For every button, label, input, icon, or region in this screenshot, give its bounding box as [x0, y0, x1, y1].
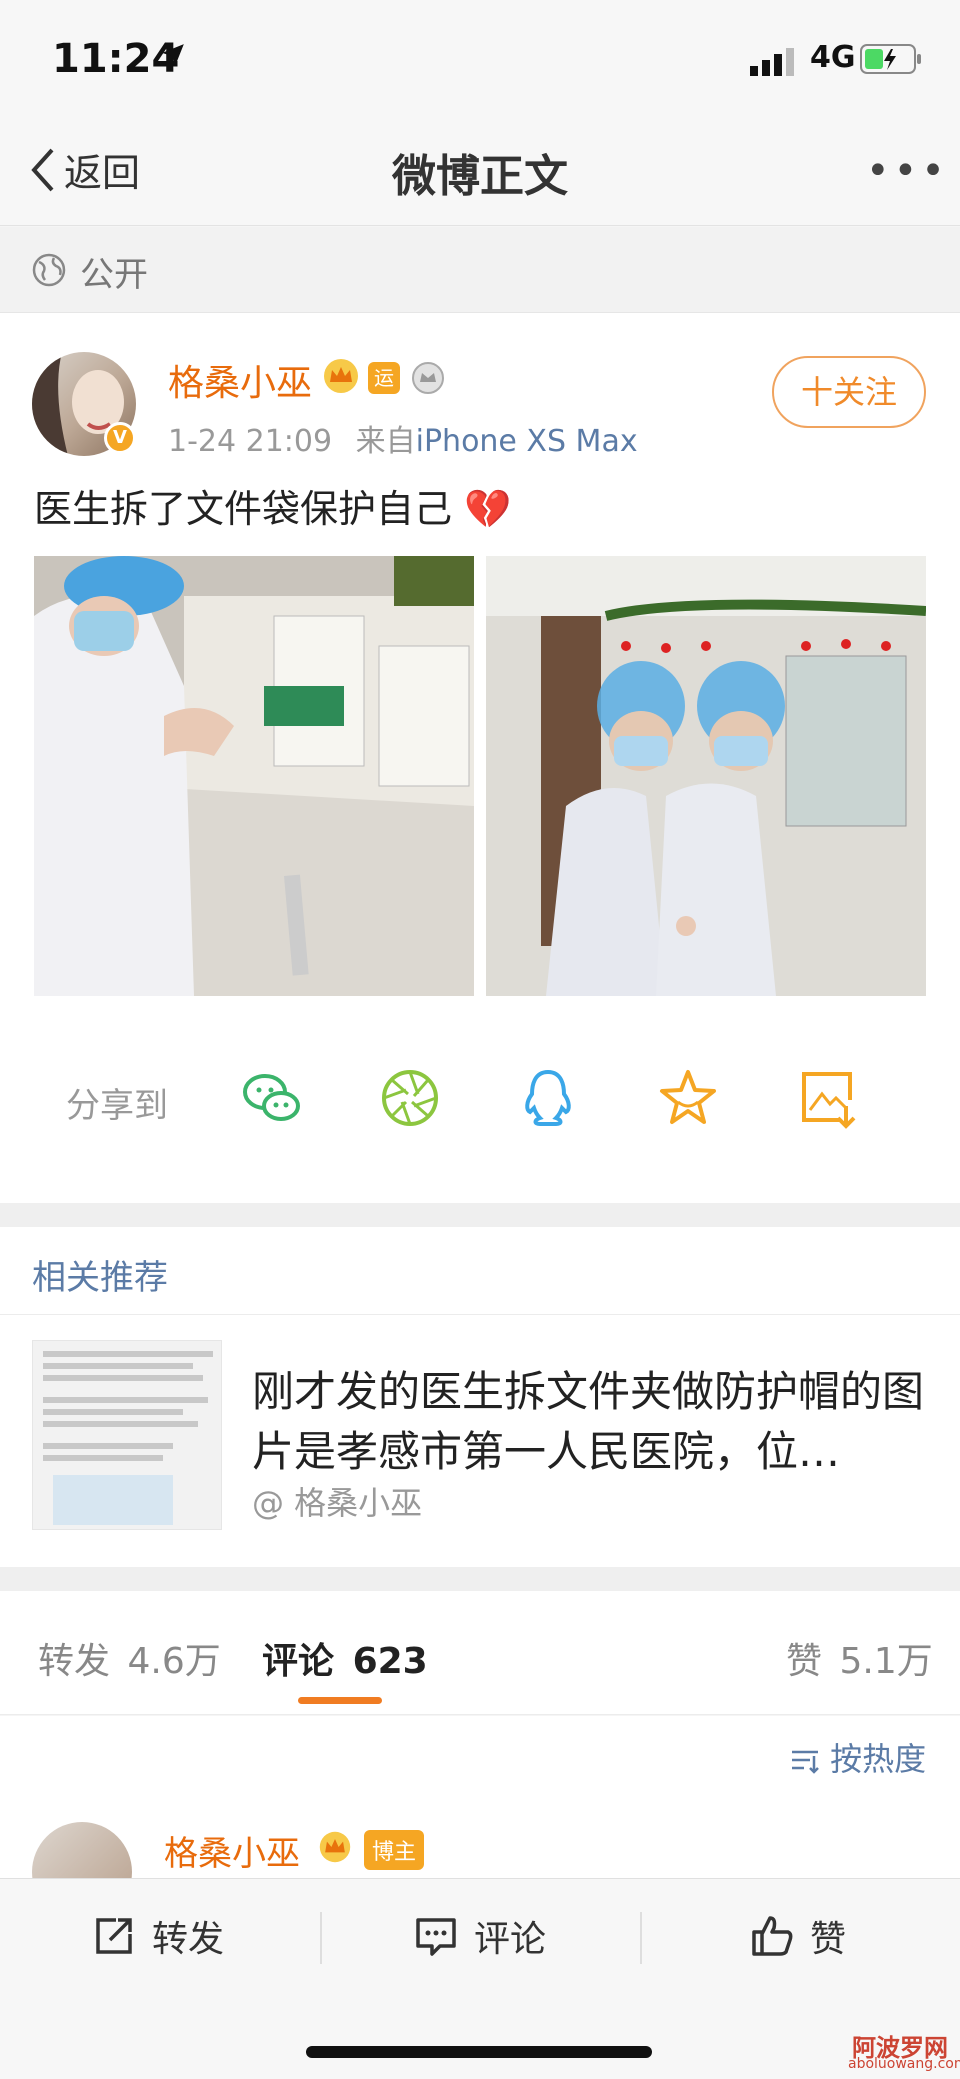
tab-likes-count: 5.1万 [839, 1641, 933, 1682]
like-label: 赞 [810, 1919, 847, 1960]
comment-item [0, 1806, 960, 1886]
visibility-row: 公开 [0, 227, 960, 313]
follow-button[interactable]: 十关注 [772, 356, 926, 428]
tab-repost-count: 4.6万 [127, 1641, 221, 1682]
moments-icon[interactable] [378, 1066, 442, 1130]
save-image-icon[interactable] [796, 1066, 860, 1130]
related-thumbnail[interactable] [32, 1340, 222, 1530]
comment-icon [416, 1918, 456, 1956]
location-arrow-icon [162, 44, 184, 66]
section-divider [0, 1567, 960, 1591]
watermark-url: aboluowang.com [848, 2056, 960, 2072]
signal-icon [750, 48, 794, 76]
post-author[interactable]: 格桑小巫 [168, 354, 312, 406]
repost-button[interactable]: 转发 [92, 1910, 224, 1962]
page-title: 微博正文 [392, 151, 568, 202]
tab-repost-label: 转发 [38, 1641, 111, 1682]
qq-icon[interactable] [516, 1066, 580, 1130]
post-author-name: 格桑小巫 [168, 363, 313, 404]
comment-label: 评论 [474, 1919, 547, 1960]
more-options-button[interactable]: ••• [866, 148, 949, 194]
tab-comments-label: 评论 [262, 1641, 335, 1682]
post-date: 1-24 21:09 [168, 424, 333, 459]
post-source[interactable]: iPhone XS Max [416, 424, 638, 459]
sort-label: 按热度 [830, 1740, 927, 1778]
tab-repost[interactable]: 转发 4.6万 [38, 1632, 221, 1684]
divider [320, 1912, 322, 1964]
tab-likes[interactable]: 赞 5.1万 [786, 1632, 933, 1684]
crown-badge-icon [324, 359, 358, 393]
post-source-prefix: 来自 [355, 424, 416, 459]
visibility-label: 公开 [80, 255, 148, 295]
share-label: 分享到 [66, 1086, 168, 1126]
related-title[interactable]: 刚才发的医生拆文件夹做防护帽的图片是孝感市第一人民医院，位… [252, 1362, 932, 1482]
globe-icon [32, 253, 66, 287]
repost-icon [96, 1918, 132, 1954]
two-doctors-image [486, 556, 926, 996]
related-author[interactable]: @ 格桑小巫 [252, 1478, 422, 1524]
repost-label: 转发 [152, 1919, 225, 1960]
related-header: 相关推荐 [32, 1258, 168, 1298]
medal-icon [412, 362, 444, 394]
comment-button[interactable]: 评论 [414, 1910, 546, 1962]
crown-badge-icon [319, 1831, 351, 1863]
tab-likes-label: 赞 [786, 1641, 823, 1682]
favorite-icon[interactable] [656, 1066, 720, 1130]
sort-button[interactable]: 按热度 [790, 1734, 926, 1780]
divider [0, 1314, 960, 1315]
thumbs-up-icon [752, 1916, 793, 1956]
post-image-1[interactable] [34, 556, 474, 996]
like-button[interactable]: 赞 [750, 1910, 846, 1962]
wechat-icon[interactable] [240, 1066, 304, 1130]
yun-badge: 运 [368, 362, 400, 394]
network-type: 4G [810, 40, 856, 75]
divider [640, 1912, 642, 1964]
host-badge: 博主 [364, 1830, 425, 1870]
post-image-2[interactable] [486, 556, 926, 996]
section-divider [0, 1203, 960, 1227]
battery-icon [860, 44, 921, 74]
tab-comments-count: 623 [352, 1641, 428, 1682]
active-tab-indicator [298, 1697, 382, 1704]
chat-screenshot-image [33, 1341, 221, 1529]
comment-author[interactable]: 格桑小巫 [164, 1826, 300, 1875]
home-indicator [306, 2046, 652, 2058]
tab-comments[interactable]: 评论 623 [262, 1632, 428, 1684]
post-text: 医生拆了文件袋保护自己 💔 [34, 487, 512, 531]
post-meta: 1-24 21:09 来自iPhone XS Max [168, 416, 638, 460]
verified-badge-icon: V [104, 422, 136, 454]
doctor-cutting-folder-image [34, 556, 474, 996]
sort-icon [792, 1750, 819, 1774]
